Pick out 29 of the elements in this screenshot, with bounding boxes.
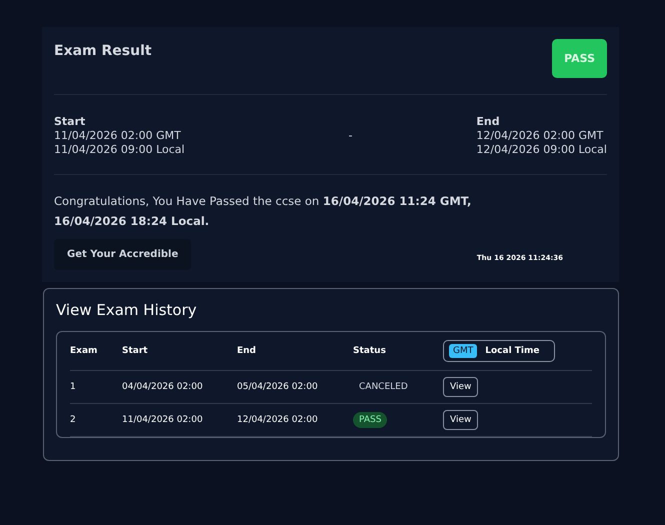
accredible-button[interactable]: Get Your Accredible <box>54 239 192 270</box>
column-header: Start <box>122 346 149 356</box>
status-badge: PASS <box>353 412 388 428</box>
table-cell-text: 11/04/2026 02:00 <box>122 415 204 425</box>
start-local: 11/04/2026 09:00 Local <box>54 143 185 156</box>
separator-dash: - <box>348 129 352 142</box>
table-cell-text: 04/04/2026 02:00 <box>122 382 204 392</box>
card-title: Exam Result <box>54 43 152 59</box>
start-gmt: 11/04/2026 02:00 GMT <box>54 129 182 142</box>
view-button[interactable]: View <box>443 377 478 397</box>
table-cell-text: 2 <box>70 415 77 425</box>
column-header: Status <box>353 346 387 356</box>
end-label: End <box>476 115 501 128</box>
status-text: CANCELED <box>359 382 408 392</box>
time-toggle[interactable]: GMT Local Time <box>443 340 555 362</box>
toggle-option[interactable]: GMT <box>449 344 478 358</box>
table-cell-text: 12/04/2026 02:00 <box>237 415 319 425</box>
end-gmt: 12/04/2026 02:00 GMT <box>476 129 604 142</box>
history-title: View Exam History <box>56 301 198 319</box>
column-header: Exam <box>70 346 98 356</box>
view-button[interactable]: View <box>443 410 478 430</box>
end-local: 12/04/2026 09:00 Local <box>476 143 607 156</box>
status-badge: PASS <box>552 39 607 78</box>
start-label: Start <box>54 115 86 128</box>
congratulations-message: Congratulations, You Have Passed the ccse on 16/04/2026 11:24 GMT, 16/04/2026 18:24 Local. <box>54 193 472 230</box>
table-cell-text: 05/04/2026 02:00 <box>237 382 319 392</box>
column-header: End <box>237 346 257 356</box>
table-cell-text: 1 <box>70 382 77 392</box>
toggle-option[interactable]: Local Time <box>481 344 544 358</box>
